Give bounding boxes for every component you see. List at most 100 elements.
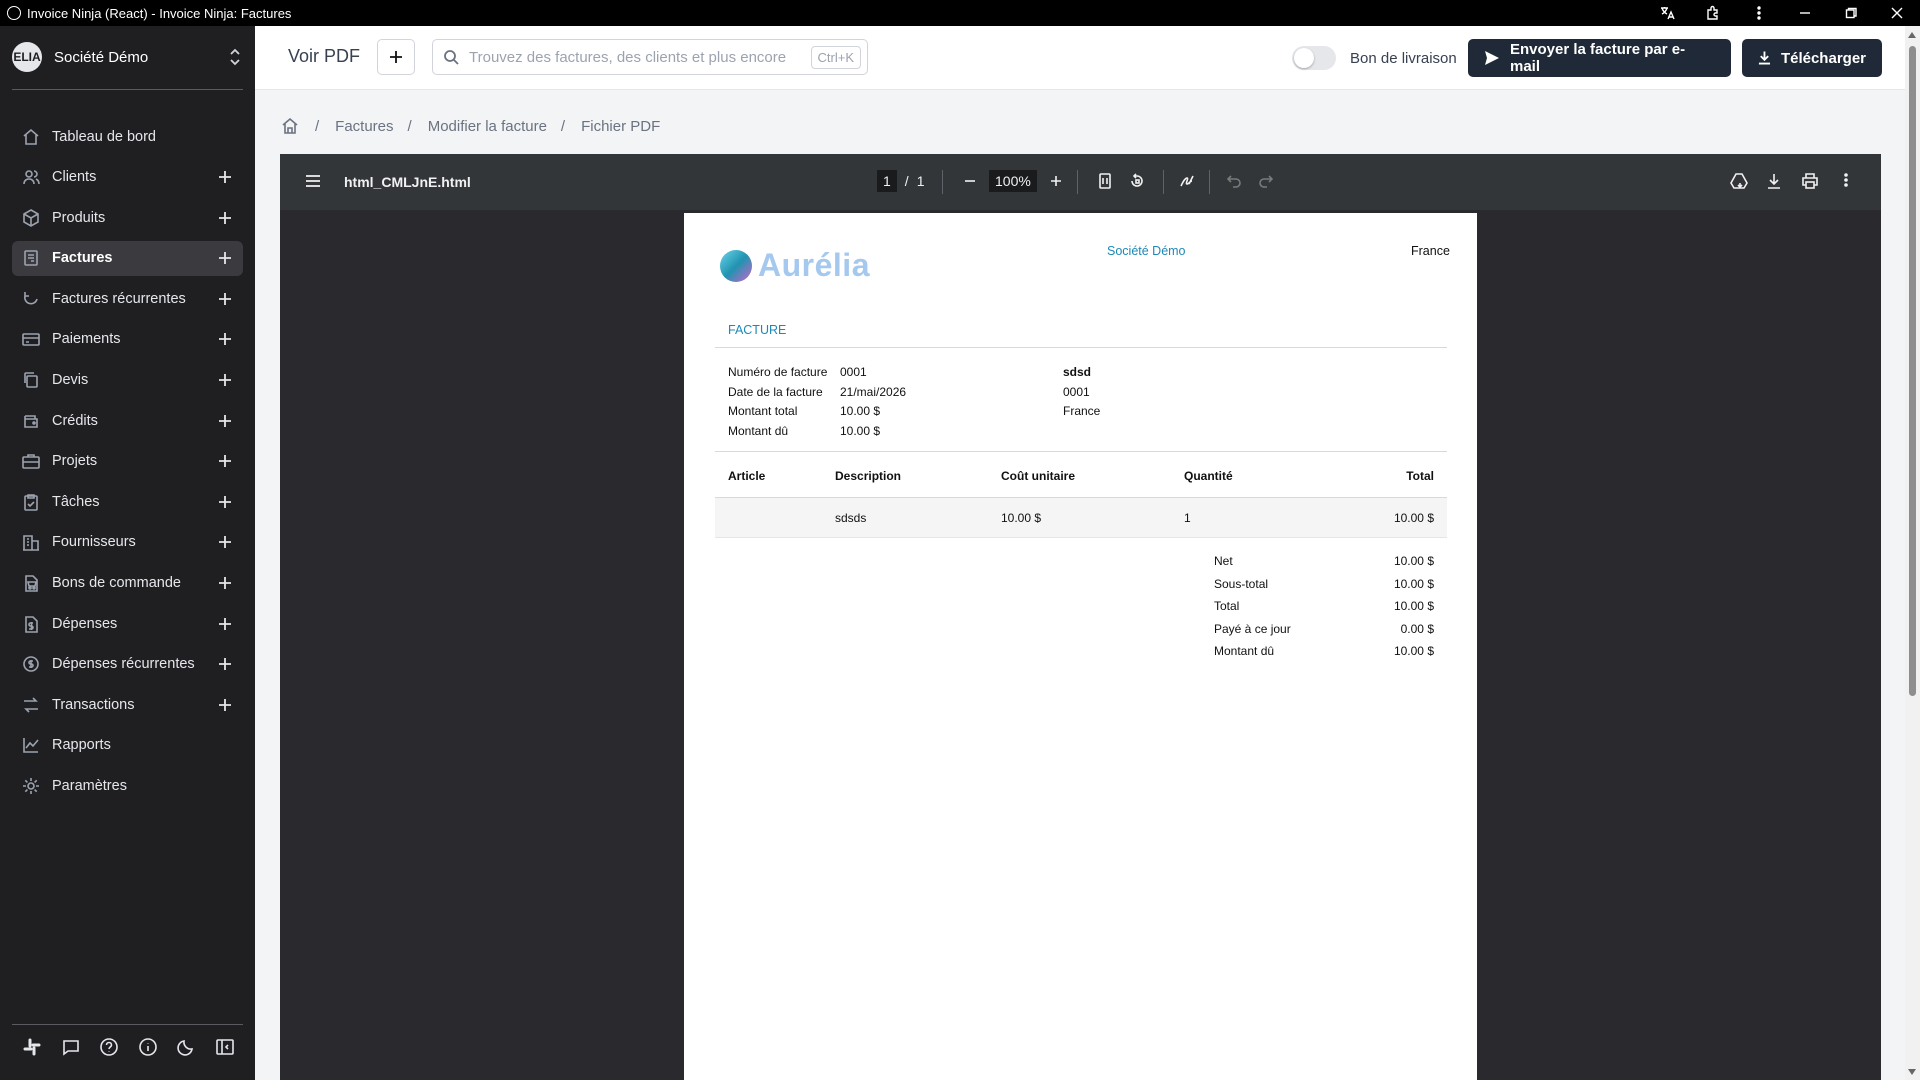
- sidebar-item-label: Paiements: [52, 331, 121, 348]
- sidebar-item-users[interactable]: Clients: [12, 160, 243, 195]
- sidebar-item-home[interactable]: Tableau de bord: [12, 119, 243, 154]
- invoice-detail-row: Montant dû 10.00 $: [728, 422, 906, 442]
- client-country: France: [1063, 404, 1101, 418]
- sidebar-item-label: Rapports: [52, 737, 111, 754]
- translate-icon[interactable]: [1644, 0, 1690, 26]
- add-refresh-dollar-button[interactable]: [215, 654, 235, 674]
- page-indicator: 1 / 1: [877, 170, 924, 192]
- sidebar-item-refresh-dollar[interactable]: Dépenses récurrentes: [12, 647, 243, 682]
- add-briefcase-button[interactable]: [215, 451, 235, 471]
- search-input[interactable]: [469, 48, 799, 66]
- redo-icon[interactable]: [1258, 172, 1274, 193]
- sidebar-item-transactions[interactable]: Transactions: [12, 687, 243, 722]
- sidebar-item-package[interactable]: Produits: [12, 200, 243, 235]
- sidebar-item-file-invoice[interactable]: Factures: [12, 240, 243, 276]
- add-clipboard-check-button[interactable]: [215, 492, 235, 512]
- close-icon[interactable]: [1874, 0, 1920, 26]
- sidebar-item-label: Dépenses récurrentes: [52, 656, 195, 673]
- sidebar-item-credit-card[interactable]: Paiements: [12, 322, 243, 357]
- extensions-icon[interactable]: [1690, 0, 1736, 26]
- breadcrumb-invoices[interactable]: Factures: [335, 118, 393, 135]
- more-vertical-icon[interactable]: [1736, 0, 1782, 26]
- total-row: Montant dû 10.00 $: [1214, 640, 1434, 663]
- sidebar-item-building[interactable]: Fournisseurs: [12, 525, 243, 560]
- plus-icon: [219, 495, 231, 508]
- search-box[interactable]: Ctrl+K: [432, 39, 868, 75]
- detail-label: Montant total: [728, 404, 798, 418]
- detail-value: 21/mai/2026: [840, 384, 907, 399]
- total-value: 0.00 $: [1400, 621, 1434, 636]
- slack-icon[interactable]: [22, 1037, 42, 1062]
- window-titlebar: Invoice Ninja (React) - Invoice Ninja: F…: [0, 0, 1920, 26]
- zoom-in-icon[interactable]: [1049, 174, 1063, 188]
- chat-icon[interactable]: [61, 1037, 81, 1062]
- page-number-input[interactable]: 1: [877, 170, 897, 192]
- add-refresh-button[interactable]: [215, 289, 235, 309]
- sidebar-item-copy[interactable]: Devis: [12, 363, 243, 398]
- rotate-icon[interactable]: [1128, 172, 1146, 195]
- add-building-button[interactable]: [215, 532, 235, 552]
- scroll-up-arrow[interactable]: [1908, 32, 1916, 38]
- page-scrollbar[interactable]: [1905, 26, 1920, 1080]
- breadcrumb-separator: /: [315, 117, 320, 135]
- total-label: Payé à ce jour: [1214, 621, 1291, 636]
- add-file-dollar-button[interactable]: [215, 614, 235, 634]
- home-icon[interactable]: [281, 117, 299, 135]
- company-switcher[interactable]: ELIA Société Démo: [12, 39, 242, 75]
- add-wallet-button[interactable]: [215, 411, 235, 431]
- zoom-out-icon[interactable]: [963, 174, 977, 188]
- sidebar-item-wallet[interactable]: Crédits: [12, 403, 243, 438]
- minimize-icon[interactable]: [1782, 0, 1828, 26]
- add-button[interactable]: [377, 39, 415, 75]
- plus-icon: [219, 333, 231, 346]
- add-transactions-button[interactable]: [215, 695, 235, 715]
- scroll-down-arrow[interactable]: [1908, 1069, 1916, 1075]
- pdf-download-icon[interactable]: [1766, 172, 1782, 195]
- add-file-cart-button[interactable]: [215, 573, 235, 593]
- client-name: sdsd: [1063, 365, 1092, 379]
- sidebar-item-briefcase[interactable]: Projets: [12, 444, 243, 479]
- fit-page-icon[interactable]: [1096, 172, 1114, 195]
- column-description: Description: [835, 469, 902, 483]
- more-vertical-icon[interactable]: [1838, 172, 1854, 193]
- sidebar-item-label: Devis: [52, 372, 89, 389]
- scrollbar-thumb[interactable]: [1909, 46, 1916, 696]
- collapse-sidebar-icon[interactable]: [215, 1037, 235, 1062]
- plus-icon: [219, 252, 231, 265]
- zoom-level[interactable]: 100%: [989, 170, 1037, 192]
- sidebar-item-label: Projets: [52, 453, 98, 470]
- settings-icon: [22, 777, 40, 795]
- restore-icon[interactable]: [1828, 0, 1874, 26]
- cell-description: sdsds: [835, 511, 867, 525]
- help-icon[interactable]: [99, 1037, 119, 1062]
- add-file-invoice-button[interactable]: [215, 248, 235, 268]
- print-icon[interactable]: [1801, 172, 1819, 195]
- breadcrumb-edit-invoice[interactable]: Modifier la facture: [428, 118, 547, 135]
- moon-icon[interactable]: [176, 1037, 196, 1062]
- chevron-up-down-icon: [230, 48, 240, 66]
- sidebar-item-file-cart[interactable]: Bons de commande: [12, 566, 243, 601]
- menu-icon[interactable]: [304, 172, 322, 195]
- sidebar-item-label: Fournisseurs: [52, 534, 136, 551]
- sidebar-item-clipboard-check[interactable]: Tâches: [12, 484, 243, 519]
- add-package-button[interactable]: [215, 208, 235, 228]
- total-label: Net: [1214, 554, 1233, 568]
- delivery-note-toggle[interactable]: [1292, 46, 1336, 70]
- undo-icon[interactable]: [1226, 172, 1242, 193]
- add-credit-card-button[interactable]: [215, 329, 235, 349]
- add-copy-button[interactable]: [215, 370, 235, 390]
- toggle-knob: [1294, 48, 1314, 68]
- sidebar-item-settings[interactable]: Paramètres: [12, 769, 243, 804]
- download-button[interactable]: Télécharger: [1742, 39, 1882, 77]
- info-icon[interactable]: [138, 1037, 158, 1062]
- annotate-icon[interactable]: [1178, 172, 1196, 195]
- invoice-logo: Aurélia: [720, 247, 870, 284]
- sidebar-item-refresh[interactable]: Factures récurrentes: [12, 281, 243, 316]
- drive-save-icon[interactable]: [1730, 172, 1748, 195]
- sidebar-item-chart-line[interactable]: Rapports: [12, 728, 243, 763]
- send-email-button[interactable]: Envoyer la facture par e-mail: [1468, 39, 1731, 77]
- brand-logo-icon: [720, 249, 752, 282]
- sidebar-item-file-dollar[interactable]: Dépenses: [12, 606, 243, 641]
- add-users-button[interactable]: [215, 167, 235, 187]
- breadcrumb-pdf-file[interactable]: Fichier PDF: [581, 118, 660, 135]
